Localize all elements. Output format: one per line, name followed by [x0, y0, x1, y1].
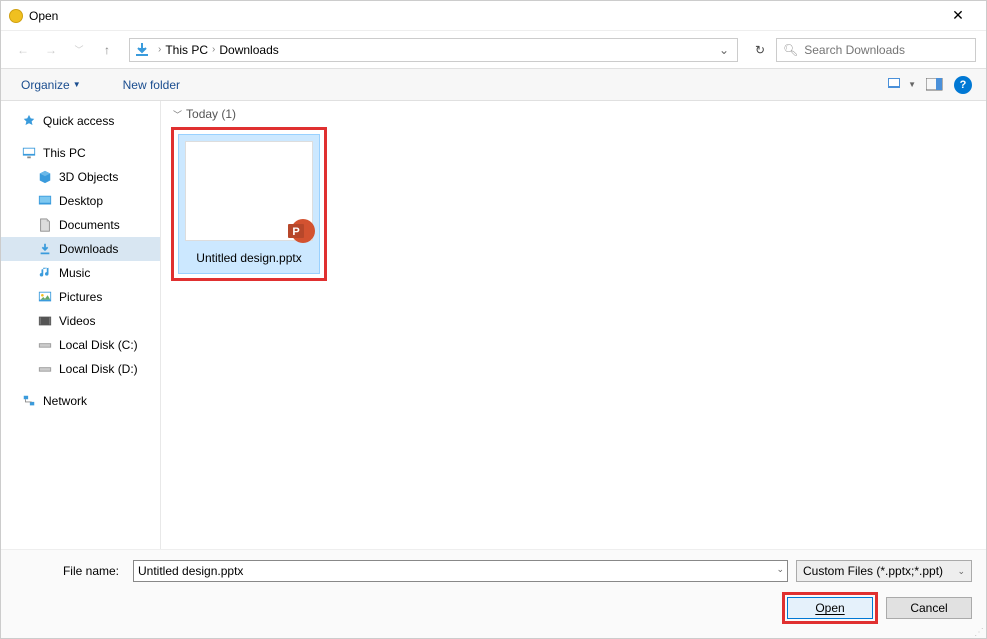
cancel-button[interactable]: Cancel	[886, 597, 972, 619]
chevron-down-icon: ⌄	[957, 566, 965, 577]
sidebar-disk-c[interactable]: Local Disk (C:)	[1, 333, 160, 357]
disk-c-label: Local Disk (C:)	[59, 338, 138, 352]
documents-label: Documents	[59, 218, 120, 232]
disk-d-label: Local Disk (D:)	[59, 362, 138, 376]
network-label: Network	[43, 394, 87, 408]
file-thumbnail: P	[185, 141, 313, 241]
cancel-label: Cancel	[910, 601, 947, 615]
document-icon	[37, 217, 53, 233]
filename-input[interactable]	[133, 560, 788, 582]
toolbar: Organize ▼ New folder ▼ ?	[1, 69, 986, 101]
sidebar-disk-d[interactable]: Local Disk (D:)	[1, 357, 160, 381]
up-button[interactable]: ↑	[95, 38, 119, 62]
close-button[interactable]: ✕	[938, 2, 978, 30]
filename-label: File name:	[15, 564, 125, 578]
refresh-button[interactable]: ↻	[748, 38, 772, 62]
help-button[interactable]: ?	[954, 76, 972, 94]
search-box[interactable]: 🔍︎	[776, 38, 976, 62]
file-item[interactable]: P Untitled design.pptx	[178, 134, 320, 274]
sidebar-downloads[interactable]: Downloads	[1, 237, 160, 261]
open-button[interactable]: Open	[787, 597, 873, 619]
sidebar-quick-access[interactable]: Quick access	[1, 109, 160, 133]
downloads-label: Downloads	[59, 242, 118, 256]
this-pc-label: This PC	[43, 146, 86, 160]
sidebar-desktop[interactable]: Desktop	[1, 189, 160, 213]
open-label: Open	[815, 601, 844, 615]
address-bar[interactable]: › This PC › Downloads ⌄	[129, 38, 738, 62]
app-icon	[9, 9, 23, 23]
file-name-label: Untitled design.pptx	[185, 249, 313, 267]
sidebar-music[interactable]: Music	[1, 261, 160, 285]
new-folder-label: New folder	[123, 78, 180, 92]
search-input[interactable]	[804, 43, 969, 57]
3d-objects-label: 3D Objects	[59, 170, 118, 184]
sidebar-network[interactable]: Network	[1, 389, 160, 413]
pictures-label: Pictures	[59, 290, 102, 304]
music-label: Music	[59, 266, 90, 280]
forward-button[interactable]: →	[39, 38, 63, 62]
new-folder-button[interactable]: New folder	[117, 74, 186, 96]
group-header[interactable]: ﹀ Today (1)	[173, 107, 976, 121]
open-button-highlight: Open	[782, 592, 878, 624]
star-icon	[21, 113, 37, 129]
cube-icon	[37, 169, 53, 185]
videos-label: Videos	[59, 314, 95, 328]
file-filter-select[interactable]: Custom Files (*.pptx;*.ppt) ⌄	[796, 560, 972, 582]
organize-label: Organize	[21, 78, 70, 92]
music-icon	[37, 265, 53, 281]
drive-icon	[37, 337, 53, 353]
network-icon	[21, 393, 37, 409]
desktop-icon	[37, 193, 53, 209]
desktop-label: Desktop	[59, 194, 103, 208]
sidebar-pictures[interactable]: Pictures	[1, 285, 160, 309]
download-icon	[37, 241, 53, 257]
navigation-bar: ← → ﹀ ↑ › This PC › Downloads ⌄ ↻ 🔍︎	[1, 31, 986, 69]
group-label: Today (1)	[186, 107, 236, 121]
svg-text:P: P	[292, 226, 299, 238]
back-button[interactable]: ←	[11, 38, 35, 62]
breadcrumb-this-pc[interactable]: This PC	[165, 43, 208, 57]
breadcrumb-downloads[interactable]: Downloads	[219, 43, 278, 57]
picture-icon	[37, 289, 53, 305]
search-icon: 🔍︎	[783, 43, 798, 57]
window-title: Open	[29, 9, 938, 23]
file-list: ﹀ Today (1) P Untitled design.pptx	[161, 101, 986, 549]
drive-icon	[37, 361, 53, 377]
recent-dropdown[interactable]: ﹀	[67, 38, 91, 62]
monitor-icon	[21, 145, 37, 161]
organize-button[interactable]: Organize ▼	[15, 74, 87, 96]
powerpoint-icon: P	[286, 216, 316, 246]
sidebar: Quick access This PC 3D Objects Desktop …	[1, 101, 161, 549]
downloads-icon	[134, 42, 150, 58]
view-mode-button[interactable]: ▼	[888, 78, 916, 92]
filename-dropdown[interactable]: ⌄	[776, 564, 784, 575]
quick-access-label: Quick access	[43, 114, 114, 128]
titlebar: Open ✕	[1, 1, 986, 31]
filter-label: Custom Files (*.pptx;*.ppt)	[803, 564, 943, 578]
chevron-down-icon: ﹀	[173, 108, 182, 121]
address-dropdown[interactable]: ⌄	[715, 43, 733, 57]
sidebar-videos[interactable]: Videos	[1, 309, 160, 333]
chevron-right-icon[interactable]: ›	[158, 44, 161, 55]
dialog-footer: File name: ⌄ Custom Files (*.pptx;*.ppt)…	[1, 549, 986, 638]
file-item-highlight: P Untitled design.pptx	[171, 127, 327, 281]
sidebar-this-pc[interactable]: This PC	[1, 141, 160, 165]
sidebar-documents[interactable]: Documents	[1, 213, 160, 237]
resize-grip[interactable]: ⋰	[974, 630, 984, 636]
sidebar-3d-objects[interactable]: 3D Objects	[1, 165, 160, 189]
chevron-down-icon: ▼	[73, 80, 81, 89]
chevron-right-icon[interactable]: ›	[212, 44, 215, 55]
video-icon	[37, 313, 53, 329]
preview-pane-button[interactable]	[926, 78, 944, 92]
